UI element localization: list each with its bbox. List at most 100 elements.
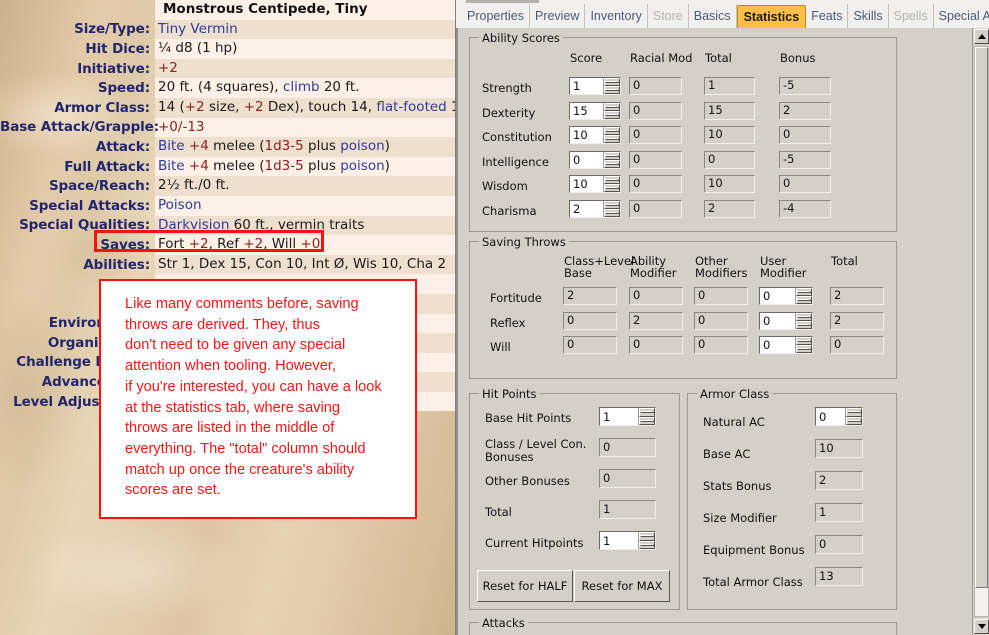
stepper-down-button[interactable] [604, 160, 620, 168]
vertical-scrollbar[interactable] [972, 28, 989, 635]
saves-user-mod-spinner-will-stepper[interactable] [795, 337, 812, 353]
stepper-down-button[interactable] [796, 345, 812, 353]
ability-racial-mod-wisdom: 0 [629, 175, 682, 193]
ability-row-label-constitution: Constitution [482, 130, 552, 144]
triangle-down-icon [640, 543, 654, 546]
ac-natural-ac-spinner-stepper[interactable] [845, 408, 862, 425]
ability-score-spinner-strength-stepper[interactable] [603, 78, 620, 94]
stepper-up-button[interactable] [604, 176, 620, 184]
stepper-up-button[interactable] [604, 78, 620, 86]
hp-other-bonuses-field: 0 [599, 469, 656, 488]
ability-col-header: Total [705, 51, 732, 65]
saves-user-mod-spinner-reflex-stepper[interactable] [795, 313, 812, 329]
saves-user-mod-spinner-fortitude[interactable]: 0 [759, 287, 813, 305]
ability-score-spinner-charisma-value: 2 [570, 201, 603, 217]
saves-user-mod-spinner-reflex[interactable]: 0 [759, 312, 813, 330]
stepper-up-button[interactable] [846, 408, 862, 417]
statblock-row: Attack: Bite +4 melee (1d3-5 plus poison) [0, 137, 455, 157]
stepper-up-button[interactable] [604, 127, 620, 135]
stepper-up-button[interactable] [604, 103, 620, 111]
hp-current-hitpoints-spinner-stepper[interactable] [638, 532, 655, 549]
saves-col-header: Other Modifiers [695, 254, 748, 280]
attacks-group: Attacks [469, 616, 897, 635]
ability-score-spinner-charisma-stepper[interactable] [603, 201, 620, 217]
stepper-down-button[interactable] [604, 86, 620, 94]
statblock-row: Size/Type: Tiny Vermin [0, 19, 455, 40]
stepper-up-button[interactable] [604, 201, 620, 209]
ability-score-spinner-dexterity-stepper[interactable] [603, 103, 620, 119]
saves-user-mod-spinner-fortitude-stepper[interactable] [795, 288, 812, 304]
tab-special-abili[interactable]: Special Abili [934, 4, 989, 28]
scroll-up-button[interactable] [974, 29, 989, 44]
hp-current-hitpoints-spinner[interactable]: 1 [599, 531, 656, 550]
ability-score-spinner-wisdom[interactable]: 10 [569, 175, 621, 193]
stepper-down-button[interactable] [604, 184, 620, 192]
tab-feats[interactable]: Feats [806, 4, 849, 28]
statblock-row-label: Speed: [97, 80, 150, 97]
ac-natural-ac-spinner[interactable]: 0 [815, 407, 863, 426]
scrollbar-track[interactable] [974, 46, 989, 617]
ability-score-spinner-wisdom-stepper[interactable] [603, 176, 620, 192]
stepper-up-button[interactable] [796, 288, 812, 296]
scroll-down-button[interactable] [974, 619, 989, 634]
stepper-down-button[interactable] [604, 111, 620, 119]
stepper-down-button[interactable] [604, 209, 620, 217]
saves-user-mod-spinner-will[interactable]: 0 [759, 336, 813, 354]
tab-properties[interactable]: Properties [462, 4, 530, 28]
ability-score-spinner-dexterity-value: 15 [570, 103, 603, 119]
statblock-row: Saves: Fort +2, Ref +2, Will +0 [0, 235, 455, 255]
ac-total-armor-class-field: 13 [815, 567, 863, 586]
reset-for-half-button[interactable]: Reset for HALF [477, 570, 573, 602]
stepper-down-button[interactable] [604, 135, 620, 143]
stepper-down-button[interactable] [639, 540, 655, 549]
stepper-down-button[interactable] [796, 296, 812, 304]
ability-score-spinner-constitution-stepper[interactable] [603, 127, 620, 143]
stepper-up-button[interactable] [639, 532, 655, 541]
stepper-up-button[interactable] [796, 313, 812, 321]
triangle-down-icon [605, 163, 619, 165]
ability-total-dexterity: 15 [704, 102, 755, 120]
statblock-row-label: Special Attacks: [29, 197, 150, 214]
hp-class-level-con-bonuses-field: 0 [599, 438, 656, 457]
saves-base-reflex: 0 [563, 312, 617, 330]
tab-statistics[interactable]: Statistics [736, 5, 807, 28]
stepper-up-button[interactable] [796, 337, 812, 345]
ac-stats-bonus-field: 2 [815, 471, 863, 490]
tab-basics[interactable]: Basics [689, 4, 737, 28]
tab-content-statistics: Ability Scores Score Racial Mod Total Bonus… [456, 28, 989, 635]
statblock-row: Initiative: +2 [0, 58, 455, 79]
statblock-row-label: Hit Dice: [85, 40, 150, 57]
scrollbar-thumb[interactable] [975, 47, 988, 588]
ability-score-spinner-intelligence-stepper[interactable] [603, 152, 620, 168]
saves-total-will: 0 [830, 336, 884, 354]
hp-base-hit-points-spinner-stepper[interactable] [638, 408, 655, 425]
triangle-up-icon [605, 179, 619, 181]
ability-scores-title: Ability Scores [479, 31, 563, 45]
statblock-row-value: Poison [155, 195, 455, 216]
ability-score-spinner-dexterity[interactable]: 15 [569, 102, 621, 120]
stepper-down-button[interactable] [639, 416, 655, 425]
annotation-callout: Like many comments before, saving throws… [99, 279, 417, 519]
ability-total-charisma: 2 [704, 200, 755, 218]
tab-inventory[interactable]: Inventory [585, 4, 648, 28]
ability-score-spinner-wisdom-value: 10 [570, 176, 603, 192]
tab-skills[interactable]: Skills [848, 4, 889, 28]
reset-for-max-button[interactable]: Reset for MAX [574, 570, 670, 602]
stepper-down-button[interactable] [846, 416, 862, 425]
statblock-row-value: Darkvision 60 ft., vermin traits [155, 215, 455, 236]
saves-base-fortitude: 2 [563, 287, 617, 305]
stepper-down-button[interactable] [796, 321, 812, 329]
ability-score-spinner-charisma[interactable]: 2 [569, 200, 621, 218]
triangle-up-icon [605, 106, 619, 108]
stepper-up-button[interactable] [604, 152, 620, 160]
ability-score-spinner-constitution[interactable]: 10 [569, 126, 621, 144]
ability-score-spinner-intelligence[interactable]: 0 [569, 151, 621, 169]
hp-base-hit-points-spinner[interactable]: 1 [599, 407, 656, 426]
statblock-row: Hit Dice: ¼ d8 (1 hp) [0, 39, 455, 59]
triangle-up-icon [605, 204, 619, 206]
ability-bonus-strength: -5 [779, 77, 831, 95]
ability-score-spinner-strength[interactable]: 1 [569, 77, 621, 95]
triangle-up-icon [847, 411, 861, 414]
tab-preview[interactable]: Preview [530, 4, 586, 28]
stepper-up-button[interactable] [639, 408, 655, 417]
